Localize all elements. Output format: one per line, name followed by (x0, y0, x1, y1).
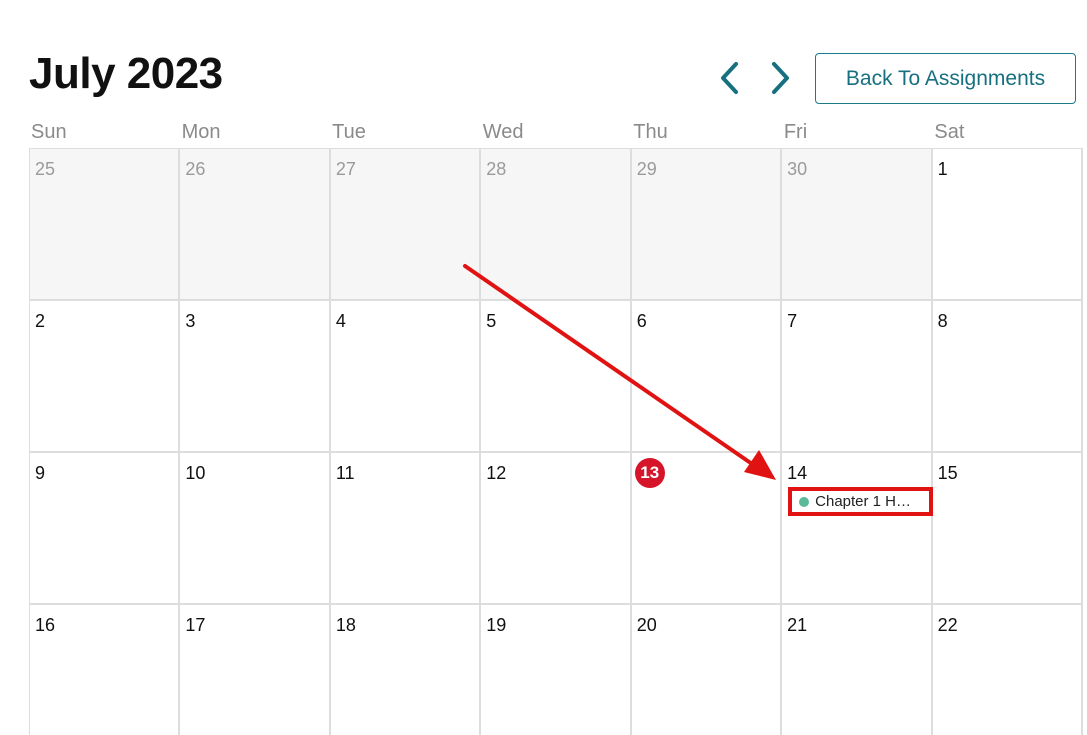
day-cell[interactable]: 1 (932, 149, 1083, 301)
calendar-page: July 2023 Back To Assignments Sun Mon Tu… (0, 0, 1087, 735)
day-number: 25 (35, 159, 56, 179)
day-cell[interactable]: 12 (481, 453, 632, 605)
day-number: 29 (636, 159, 657, 179)
event-label: Chapter 1 H… (815, 493, 912, 510)
day-cell[interactable]: 7 (782, 301, 933, 453)
day-number: 8 (937, 311, 948, 331)
calendar-grid: 25 26 27 28 29 30 1 2 3 4 5 6 7 8 9 10 1… (29, 148, 1083, 735)
day-cell[interactable]: 8 (932, 301, 1083, 453)
today-badge: 13 (634, 458, 665, 488)
day-cell[interactable]: 19 (481, 605, 632, 735)
day-cell[interactable]: 16 (30, 605, 181, 735)
day-cell[interactable]: 5 (481, 301, 632, 453)
day-number: 6 (636, 311, 647, 331)
weekday-label: Tue (332, 121, 366, 143)
day-number: 1 (937, 159, 948, 179)
weekday-label: Fri (783, 121, 808, 143)
day-number: 18 (335, 615, 356, 635)
day-cell[interactable]: 20 (631, 605, 783, 735)
event-status-dot (799, 496, 810, 507)
day-number: 27 (335, 159, 356, 179)
day-cell[interactable]: 15 (932, 453, 1083, 605)
day-number: 14 (787, 463, 808, 483)
day-number: 7 (787, 311, 798, 331)
day-number: 16 (35, 615, 56, 635)
day-number: 28 (486, 159, 507, 179)
weekday-label: Sun (31, 121, 67, 143)
weekday-label: Wed (482, 121, 524, 143)
day-cell[interactable]: 2 (30, 301, 181, 453)
day-number: 26 (185, 159, 206, 179)
day-number: 20 (636, 615, 657, 635)
day-cell[interactable]: 4 (330, 301, 482, 453)
day-number: 5 (486, 311, 497, 331)
day-cell[interactable]: 10 (180, 453, 331, 605)
chevron-left-icon (721, 62, 738, 94)
day-number: 11 (335, 463, 355, 483)
day-cell[interactable]: 3 (180, 301, 331, 453)
day-number: 2 (35, 311, 46, 331)
day-cell[interactable]: 28 (481, 149, 632, 301)
prev-month-button[interactable] (714, 58, 746, 98)
weekday-header: Sun Mon Tue Wed Thu Fri Sat (29, 118, 1083, 148)
day-number: 15 (937, 463, 958, 483)
day-cell[interactable]: 27 (330, 149, 482, 301)
day-number: 10 (185, 463, 206, 483)
next-month-button[interactable] (764, 58, 796, 98)
day-number: 22 (937, 615, 958, 635)
page-title: July 2023 (29, 49, 223, 98)
day-number: 21 (787, 615, 808, 635)
day-cell[interactable]: 17 (180, 605, 331, 735)
day-cell[interactable]: 11 (330, 453, 482, 605)
day-number: 4 (335, 311, 346, 331)
day-cell[interactable]: 26 (180, 149, 331, 301)
weekday-label: Thu (633, 121, 668, 143)
day-cell[interactable]: 9 (30, 453, 181, 605)
day-cell-today[interactable]: 13 (631, 453, 783, 605)
day-cell[interactable]: 29 (631, 149, 783, 301)
back-to-assignments-button[interactable]: Back To Assignments (815, 53, 1076, 104)
day-number: 19 (486, 615, 507, 635)
day-cell[interactable]: 14 Chapter 1 H… (782, 453, 934, 605)
day-number: 17 (185, 615, 206, 635)
day-number: 3 (185, 311, 196, 331)
day-number: 12 (486, 463, 507, 483)
chevron-right-icon (772, 62, 789, 94)
day-cell[interactable]: 30 (782, 149, 933, 301)
day-number: 30 (787, 159, 808, 179)
day-cell[interactable]: 25 (30, 149, 181, 301)
weekday-label: Mon (181, 121, 221, 143)
weekday-label: Sat (934, 121, 965, 143)
day-cell[interactable]: 21 (782, 605, 933, 735)
calendar-event[interactable]: Chapter 1 H… (788, 487, 934, 516)
day-cell[interactable]: 22 (932, 605, 1083, 735)
day-cell[interactable]: 18 (330, 605, 482, 735)
day-cell[interactable]: 6 (631, 301, 783, 453)
day-number: 9 (35, 463, 46, 483)
